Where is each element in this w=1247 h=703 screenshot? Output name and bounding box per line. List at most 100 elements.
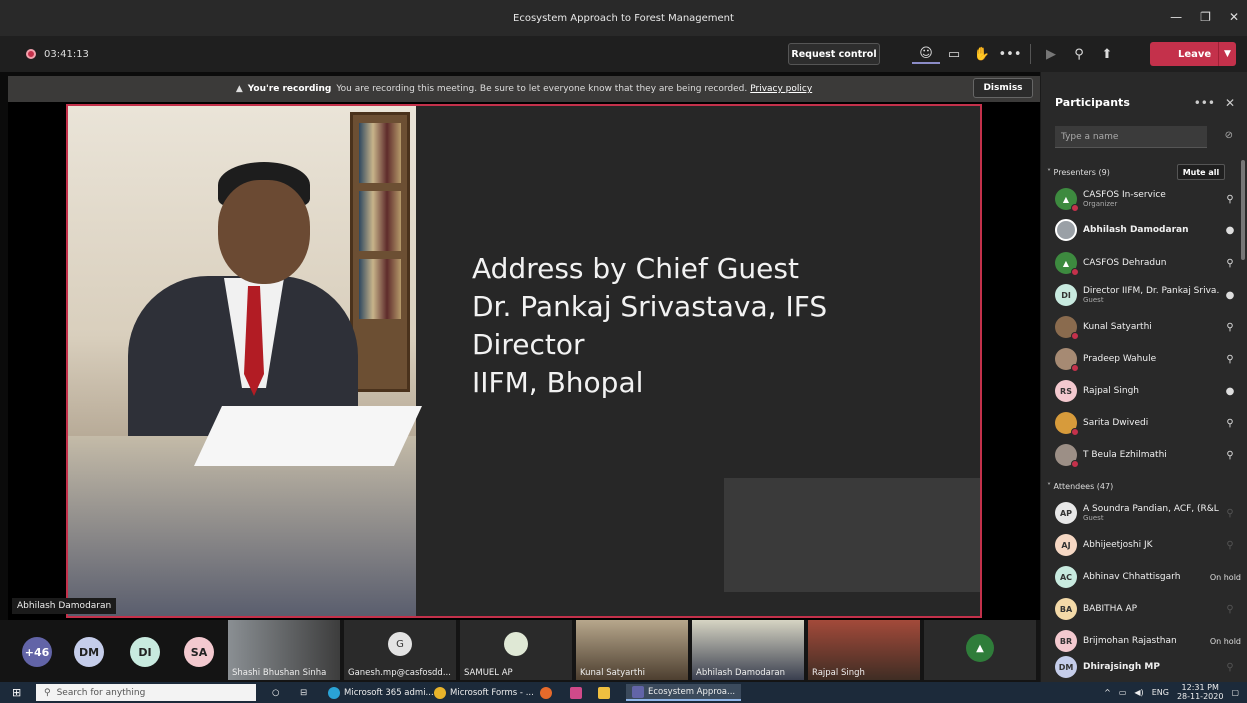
taskbar-app-edge[interactable]: Microsoft 365 admi...: [328, 684, 434, 701]
taskbar-app-teams[interactable]: Ecosystem Approa...: [626, 684, 742, 701]
dismiss-button[interactable]: Dismiss: [973, 78, 1033, 98]
more-options-icon[interactable]: •••: [1194, 96, 1215, 110]
chevron-down-icon[interactable]: ▼: [1218, 42, 1236, 66]
participant-row[interactable]: Sarita Dwivedi ⚲: [1055, 408, 1241, 438]
participant-name: Abhinav Chhattisgarh: [1083, 572, 1181, 582]
slide-line-2: Dr. Pankaj Srivastava, IFS: [472, 290, 828, 323]
participant-row[interactable]: Pradeep Wahule ⚲: [1055, 344, 1241, 374]
clock[interactable]: 12:31 PM 28-11-2020: [1177, 683, 1224, 701]
participant-row[interactable]: DI Director IIFM, Dr. Pankaj Sriva... Gue…: [1055, 280, 1241, 310]
notification-icon[interactable]: ▢: [1231, 688, 1239, 697]
cortana-icon[interactable]: ○: [272, 684, 279, 701]
mic-off-icon[interactable]: ⚲: [1219, 354, 1241, 365]
video-tile[interactable]: ▲: [924, 620, 1036, 680]
video-tile[interactable]: SAMUEL AP: [460, 620, 572, 680]
participant-row[interactable]: Abhilash Damodaran ●: [1055, 215, 1241, 245]
leave-button[interactable]: Leave ▼: [1150, 42, 1236, 66]
presenters-section-header[interactable]: ˅ Presenters (9): [1047, 168, 1110, 177]
mic-off-icon[interactable]: ⚲: [1219, 418, 1241, 429]
avatar[interactable]: DM: [74, 637, 104, 667]
chief-guest-photo: [68, 106, 422, 616]
participant-role: Guest: [1083, 296, 1104, 304]
request-control-button[interactable]: Request control: [788, 43, 880, 65]
tile-name: Abhilash Damodaran: [696, 668, 785, 678]
mic-on-icon[interactable]: ●: [1219, 290, 1241, 301]
windows-start-icon[interactable]: ⊞: [12, 686, 21, 699]
video-tile[interactable]: Rajpal Singh: [808, 620, 920, 680]
camera-off-icon[interactable]: ▶: [1037, 44, 1065, 64]
system-tray: ^ ▭ ◀) ENG 12:31 PM 28-11-2020 ▢: [1104, 683, 1239, 701]
video-tile[interactable]: Abhilash Damodaran: [692, 620, 804, 680]
slide-line-3: Director: [472, 328, 585, 361]
mic-off-icon[interactable]: ⚲: [1219, 450, 1241, 461]
chevron-up-icon[interactable]: ^: [1104, 688, 1111, 697]
participant-row[interactable]: AJ Abhijeetjoshi JK ⚲: [1055, 530, 1241, 560]
minimize-icon[interactable]: —: [1170, 10, 1182, 24]
maximize-icon[interactable]: ❐: [1200, 10, 1211, 24]
close-icon[interactable]: ✕: [1229, 10, 1239, 24]
participants-icon[interactable]: ☺: [912, 44, 940, 64]
store-icon[interactable]: [570, 684, 586, 701]
participant-row[interactable]: RS Rajpal Singh ●: [1055, 376, 1241, 406]
participants-panel: Participants ••• ✕ ⊘ ˅ Presenters (9) Mu…: [1040, 72, 1247, 682]
participant-row[interactable]: AP A Soundra Pandian, ACF, (R&L... Guest …: [1055, 498, 1241, 528]
share-link-icon[interactable]: ⊘: [1225, 130, 1233, 141]
avatar[interactable]: SA: [184, 637, 214, 667]
mic-disabled-icon: ⚲: [1226, 603, 1234, 615]
participant-row[interactable]: AC Abhinav Chhattisgarh On hold: [1055, 562, 1241, 592]
avatar[interactable]: DI: [130, 637, 160, 667]
meeting-timer: 03:41:13: [44, 48, 89, 60]
participant-name: BABITHA AP: [1083, 604, 1138, 614]
avatar: [1055, 316, 1079, 340]
video-tile[interactable]: Kunal Satyarthi: [576, 620, 688, 680]
participant-row[interactable]: ▲ CASFOS Dehradun ⚲: [1055, 248, 1241, 278]
participant-row[interactable]: Kunal Satyarthi ⚲: [1055, 312, 1241, 342]
mic-off-icon[interactable]: ⚲: [1219, 194, 1241, 205]
panel-scrollbar[interactable]: [1241, 160, 1245, 260]
mic-on-icon[interactable]: ●: [1219, 386, 1241, 397]
file-explorer-icon[interactable]: [598, 684, 614, 701]
casfos-logo-icon: ▲: [966, 634, 994, 662]
close-icon[interactable]: ✕: [1225, 96, 1235, 110]
more-options-icon[interactable]: •••: [996, 44, 1024, 64]
network-icon[interactable]: ▭: [1119, 688, 1127, 697]
taskbar-app-chrome[interactable]: Microsoft Forms - ...: [434, 684, 534, 701]
tile-name: Kunal Satyarthi: [580, 668, 645, 678]
privacy-policy-link[interactable]: Privacy policy: [750, 84, 812, 94]
task-view-icon[interactable]: ⊟: [300, 684, 307, 701]
mic-disabled-icon: ⚲: [1226, 539, 1234, 551]
participant-row[interactable]: DM Dhirajsingh MP ⚲: [1055, 654, 1241, 680]
chat-icon[interactable]: ▭: [940, 44, 968, 64]
bookshelf-image: [350, 112, 410, 392]
participant-search-input[interactable]: [1055, 126, 1207, 148]
avatar: BA: [1055, 598, 1077, 620]
share-screen-icon[interactable]: ⬆: [1093, 44, 1121, 64]
avatar: AJ: [1055, 534, 1077, 556]
more-participants-avatar[interactable]: +46: [22, 637, 52, 667]
taskbar-search[interactable]: ⚲ Search for anything: [36, 684, 256, 701]
language-indicator[interactable]: ENG: [1152, 688, 1169, 697]
self-view-video[interactable]: [724, 478, 980, 592]
participant-name: A Soundra Pandian, ACF, (R&L...: [1083, 504, 1219, 514]
mic-on-icon[interactable]: ●: [1219, 225, 1241, 236]
raise-hand-icon[interactable]: ✋: [968, 44, 996, 64]
participant-row[interactable]: BA BABITHA AP ⚲: [1055, 594, 1241, 624]
video-tile[interactable]: Shashi Bhushan Sinha: [228, 620, 340, 680]
participant-row[interactable]: BR Brijmohan Rajasthan On hold: [1055, 626, 1241, 656]
panel-actions: ••• ✕: [1194, 96, 1235, 110]
mute-all-button[interactable]: Mute all: [1177, 164, 1225, 180]
volume-icon[interactable]: ◀): [1134, 688, 1143, 697]
presenters-label: Presenters (9): [1053, 168, 1110, 177]
participant-name: CASFOS Dehradun: [1083, 258, 1167, 268]
avatar: ▲: [1055, 252, 1079, 276]
attendees-section-header[interactable]: ˅ Attendees (47): [1047, 482, 1113, 491]
mic-off-icon[interactable]: ⚲: [1219, 322, 1241, 333]
mic-off-icon[interactable]: ⚲: [1065, 44, 1093, 64]
participant-row[interactable]: T Beula Ezhilmathi ⚲: [1055, 440, 1241, 470]
participant-row[interactable]: ▲ CASFOS In-service Organizer ⚲: [1055, 184, 1241, 214]
speaker-name-tag: Abhilash Damodaran: [12, 598, 117, 614]
mic-off-icon[interactable]: ⚲: [1219, 258, 1241, 269]
video-tile[interactable]: G Ganesh.mp@casfosdd...: [344, 620, 456, 680]
firefox-icon[interactable]: [540, 684, 556, 701]
banner-message: You are recording this meeting. Be sure …: [336, 84, 748, 94]
